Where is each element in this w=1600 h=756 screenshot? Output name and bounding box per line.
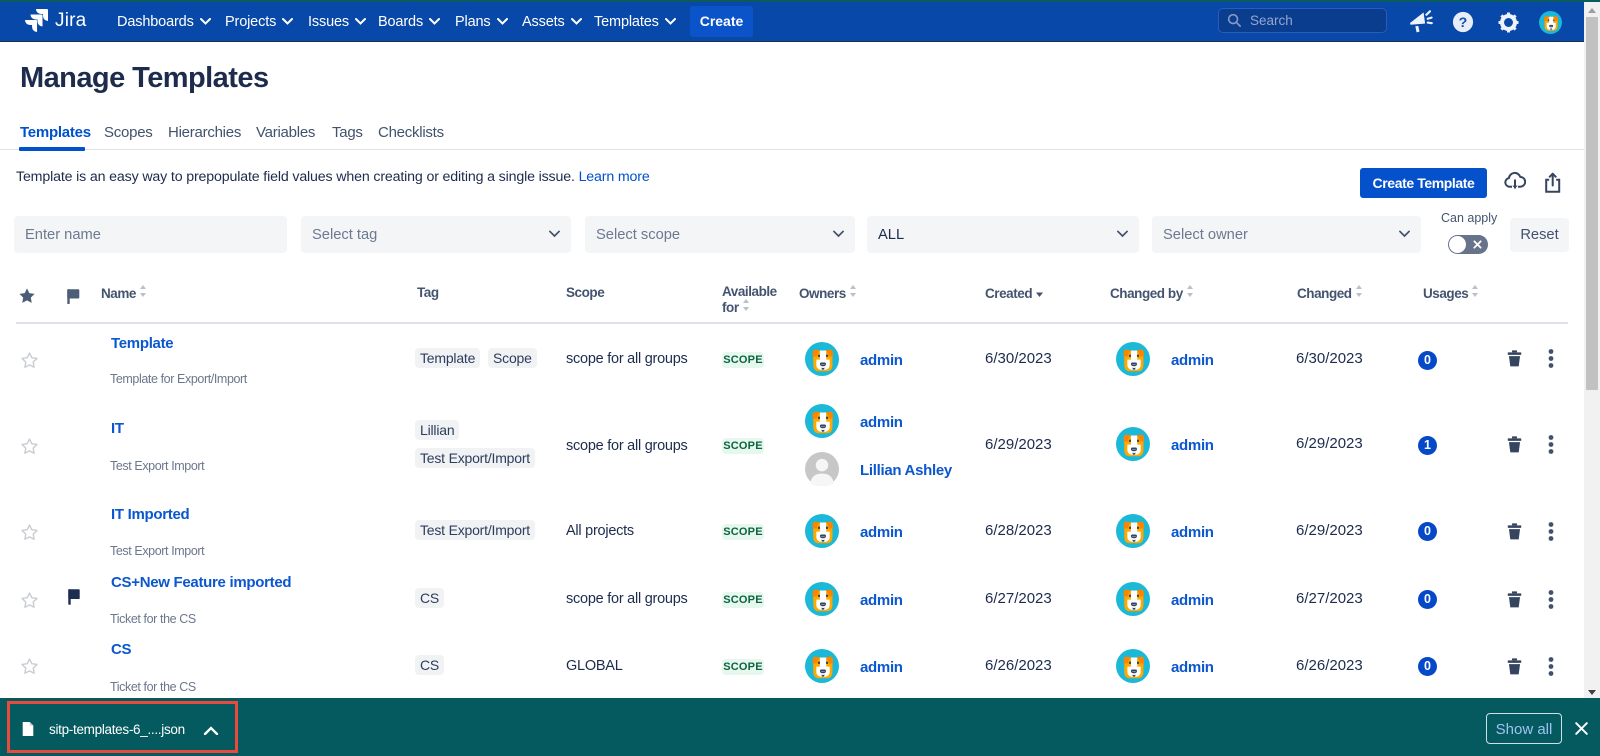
svg-text:?: ? <box>1459 15 1468 31</box>
